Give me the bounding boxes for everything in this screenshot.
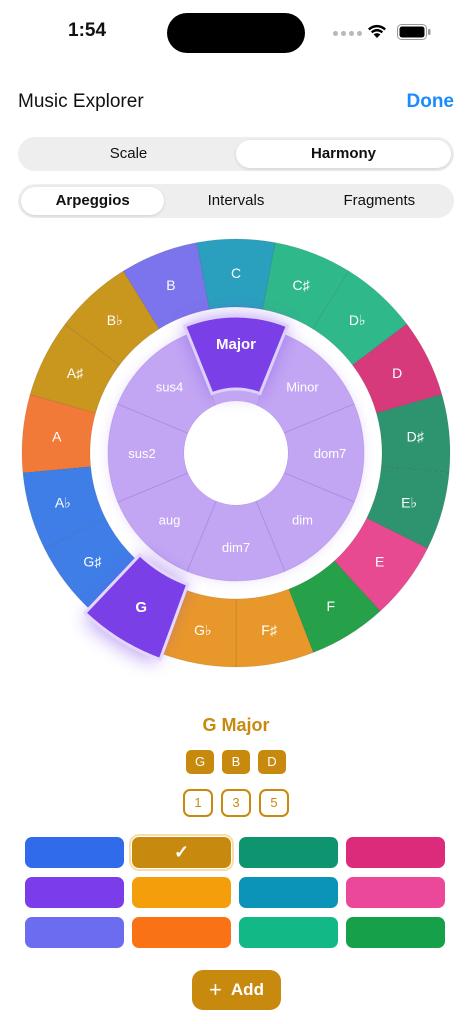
quality-label: dom7	[314, 446, 347, 461]
tab-scale[interactable]: Scale	[21, 140, 236, 168]
root-label: D	[392, 365, 402, 381]
color-swatch[interactable]	[239, 837, 338, 868]
color-swatch[interactable]	[346, 917, 445, 948]
chord-note-chip: G	[186, 750, 214, 774]
wifi-icon	[368, 24, 386, 38]
color-swatch[interactable]	[25, 837, 124, 868]
chord-degree-chip: 5	[259, 789, 289, 817]
root-label: D♯	[407, 428, 425, 444]
color-swatch[interactable]	[346, 837, 445, 868]
color-swatch[interactable]	[346, 877, 445, 908]
color-swatch[interactable]	[132, 917, 231, 948]
tab-intervals[interactable]: Intervals	[164, 187, 307, 215]
root-label: G♭	[194, 622, 212, 638]
quality-label: sus2	[128, 446, 155, 461]
plus-icon: +	[209, 977, 222, 1002]
color-swatch[interactable]	[239, 877, 338, 908]
dynamic-island	[167, 13, 305, 53]
page-title: Music Explorer	[18, 91, 144, 112]
chord-degrees: 1 3 5	[0, 789, 472, 817]
done-button[interactable]: Done	[407, 91, 455, 113]
root-label: D♭	[349, 312, 366, 328]
color-swatch[interactable]	[132, 877, 231, 908]
root-label: B	[166, 277, 175, 293]
status-time: 1:54	[68, 20, 107, 41]
color-swatch[interactable]: ✓	[129, 834, 234, 871]
chord-wheel: C C♯ D♭ D D♯ E♭ E F F♯ G♭ G♯ A♭ A A♯ B♭ B Minor dom7 dim d…	[21, 238, 451, 668]
chord-degree-chip: 1	[183, 789, 213, 817]
root-label: E♭	[401, 494, 417, 510]
tab-harmony[interactable]: Harmony	[236, 140, 451, 168]
color-swatch[interactable]	[25, 917, 124, 948]
chord-degree-chip: 3	[221, 789, 251, 817]
quality-label: dim	[292, 512, 313, 527]
root-label: A	[52, 428, 62, 444]
chord-note-chip: B	[222, 750, 250, 774]
battery-icon	[397, 24, 431, 40]
wheel-center-hole	[184, 401, 288, 505]
root-label: F♯	[261, 622, 278, 638]
color-swatch[interactable]	[239, 917, 338, 948]
add-button-label: Add	[230, 980, 264, 999]
add-button[interactable]: + Add	[192, 970, 281, 1010]
root-label: G	[135, 599, 147, 616]
quality-label: sus4	[156, 380, 183, 395]
root-label: E	[375, 553, 384, 569]
mode-segmented-control: Scale Harmony	[18, 137, 454, 171]
root-label: B♭	[107, 312, 123, 328]
chord-note-chip: D	[258, 750, 286, 774]
status-bar: 1:54	[0, 0, 472, 64]
sub-segmented-control: Arpeggios Intervals Fragments	[18, 184, 454, 218]
root-label: A♯	[67, 365, 84, 381]
tab-arpeggios[interactable]: Arpeggios	[21, 187, 165, 215]
root-label: F	[326, 598, 335, 614]
chord-title: G Major	[202, 715, 270, 735]
chord-notes: G B D	[0, 750, 472, 774]
root-label: C	[231, 265, 241, 281]
color-swatch[interactable]	[25, 877, 124, 908]
tab-fragments[interactable]: Fragments	[308, 187, 451, 215]
root-label: A♭	[55, 494, 71, 510]
quality-label: aug	[159, 512, 181, 527]
quality-label: Major	[216, 336, 256, 353]
root-label: G♯	[83, 553, 102, 569]
color-palette: ✓	[25, 834, 447, 948]
cellular-signal-icon	[333, 31, 362, 36]
root-label: C♯	[292, 277, 310, 293]
quality-label: dim7	[222, 540, 250, 555]
quality-label: Minor	[286, 380, 319, 395]
checkmark-icon: ✓	[173, 842, 190, 862]
